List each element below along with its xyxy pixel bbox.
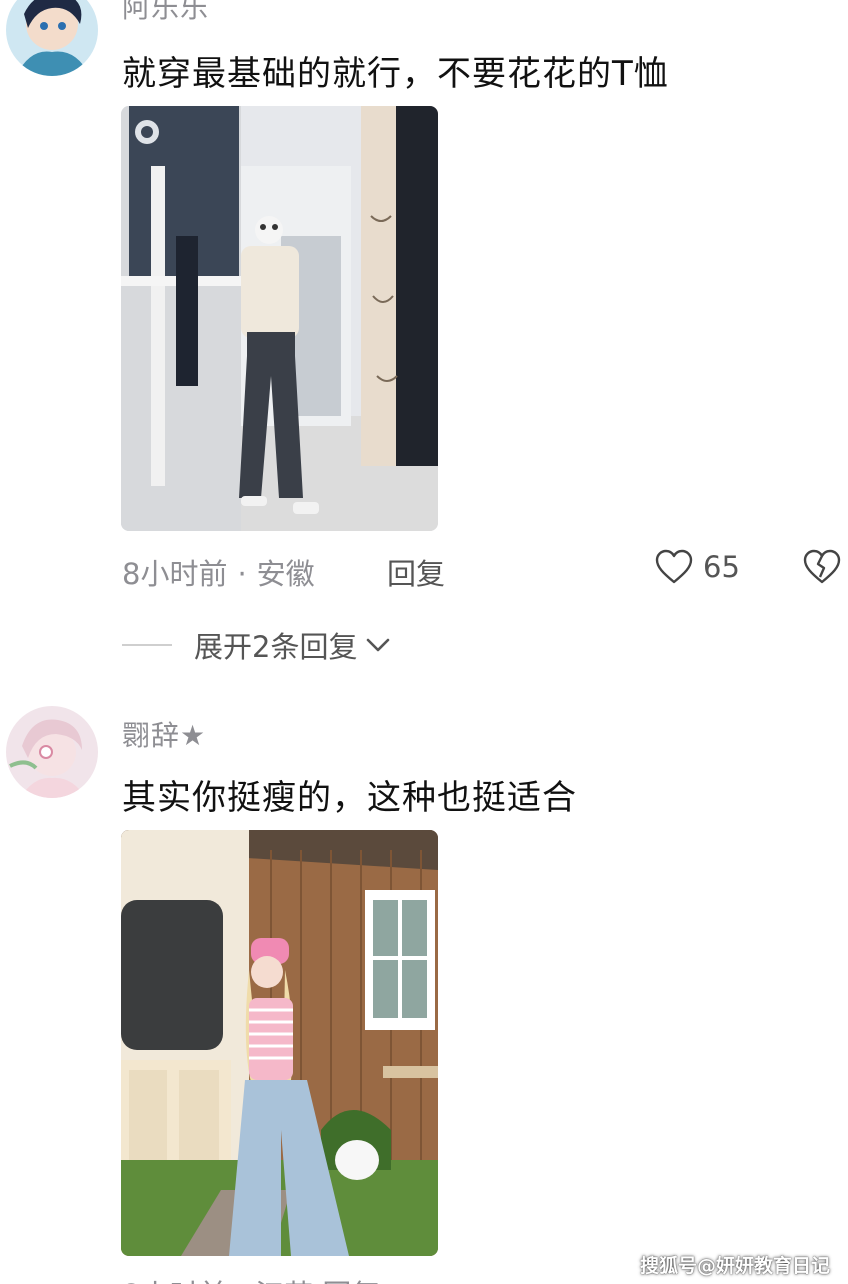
- comment-meta: 8小时前 · 安徽: [122, 551, 315, 593]
- dislike-button[interactable]: [803, 549, 841, 585]
- watermark: 搜狐号@妍妍教育日记: [639, 1255, 830, 1277]
- like-button[interactable]: 65: [655, 549, 740, 585]
- comment-photo[interactable]: [121, 106, 438, 531]
- avatar[interactable]: [6, 0, 98, 76]
- like-count: 65: [703, 550, 740, 584]
- reply-button[interactable]: 回复: [387, 551, 445, 593]
- comment-username[interactable]: 翾辞★: [122, 714, 206, 754]
- comment-meta-partial: 8小时前 · 江苏 回复: [122, 1272, 380, 1284]
- expand-replies-button[interactable]: 展开2条回复: [122, 624, 391, 666]
- comment-location: 安徽: [256, 557, 315, 591]
- comment-text: 其实你挺瘦的，这种也挺适合: [122, 778, 577, 818]
- heart-outline-icon: [655, 549, 693, 585]
- comment-username[interactable]: 阿乐乐: [122, 0, 209, 26]
- comment-text: 就穿最基础的就行，不要花花的T恤: [122, 54, 669, 94]
- divider-line: [122, 644, 172, 646]
- chevron-down-icon: [365, 628, 391, 662]
- comment-time: 8小时前: [122, 557, 228, 591]
- avatar[interactable]: [6, 706, 98, 798]
- separator-dot: ·: [237, 557, 247, 591]
- comment-photo[interactable]: [121, 830, 438, 1256]
- expand-replies-label: 展开2条回复: [194, 630, 358, 664]
- broken-heart-icon: [803, 549, 841, 585]
